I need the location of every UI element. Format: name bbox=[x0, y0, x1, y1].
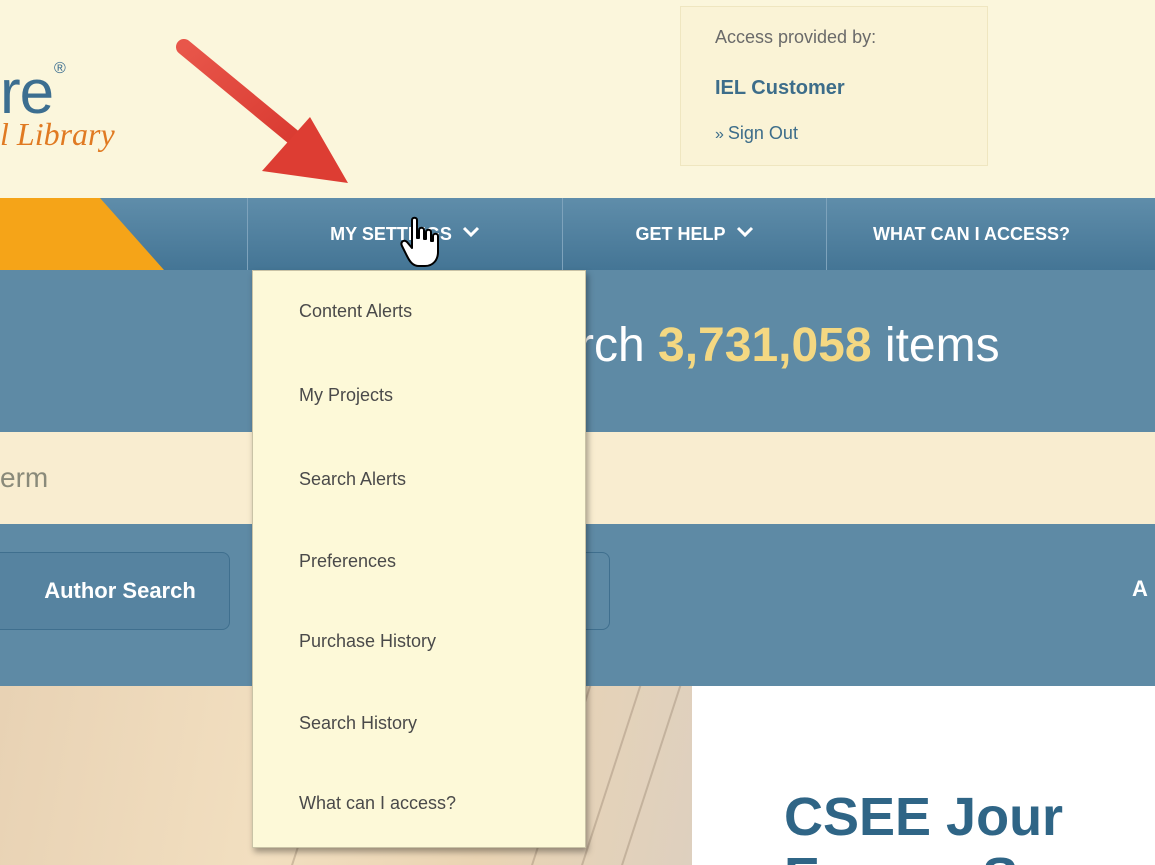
chevron-down-icon bbox=[736, 225, 754, 243]
search-count-suffix: items bbox=[871, 319, 1000, 372]
chevron-down-icon bbox=[462, 225, 480, 243]
menu-item-what-can-i-access[interactable]: What can I access? bbox=[299, 793, 456, 814]
author-search-button[interactable]: Author Search bbox=[0, 552, 230, 630]
menu-item-purchase-history[interactable]: Purchase History bbox=[299, 631, 436, 652]
site-header: re ® l Library Access provided by: IEL C… bbox=[0, 0, 1155, 198]
search-count-number: 3,731,058 bbox=[658, 319, 872, 372]
my-settings-dropdown: Content Alerts My Projects Search Alerts… bbox=[252, 270, 586, 848]
featured-panel: CSEE Jour Energy S bbox=[692, 686, 1155, 865]
sign-out-link[interactable]: » Sign Out bbox=[715, 123, 798, 144]
nav-what-can-i-access[interactable]: WHAT CAN I ACCESS? bbox=[826, 198, 1155, 270]
menu-item-preferences[interactable]: Preferences bbox=[299, 551, 396, 572]
search-count-prefix: rch bbox=[578, 319, 659, 372]
menu-item-search-history[interactable]: Search History bbox=[299, 713, 417, 734]
logo-text[interactable]: re bbox=[0, 62, 54, 124]
nav-get-help-label: GET HELP bbox=[635, 223, 726, 244]
access-info-box: Access provided by: IEL Customer » Sign O… bbox=[680, 6, 988, 166]
sign-out-label: Sign Out bbox=[727, 123, 798, 143]
photo-line bbox=[609, 686, 692, 865]
nav-get-help[interactable]: GET HELP bbox=[562, 198, 826, 270]
double-chevron-right-icon: » bbox=[715, 126, 724, 143]
menu-item-content-alerts[interactable]: Content Alerts bbox=[299, 301, 412, 322]
nav-accent-tab[interactable] bbox=[0, 198, 164, 270]
featured-heading[interactable]: CSEE Jour bbox=[784, 786, 1063, 848]
search-input-placeholder[interactable]: erm bbox=[0, 462, 48, 494]
featured-heading-line2[interactable]: Energy S bbox=[784, 846, 1018, 865]
main-nav: MY SETTINGS GET HELP WHAT CAN I ACCESS? bbox=[0, 198, 1155, 270]
access-customer-name: IEL Customer bbox=[715, 77, 845, 99]
red-arrow-annotation-icon bbox=[176, 39, 348, 183]
menu-item-search-alerts[interactable]: Search Alerts bbox=[299, 469, 406, 490]
advanced-search-link[interactable]: A bbox=[1132, 576, 1148, 602]
logo-registered-mark: ® bbox=[54, 60, 66, 77]
access-label: Access provided by: bbox=[715, 27, 877, 47]
menu-item-my-projects[interactable]: My Projects bbox=[299, 385, 393, 406]
search-count-text: rch 3,731,058 items bbox=[578, 318, 1000, 373]
nav-what-can-i-access-label: WHAT CAN I ACCESS? bbox=[873, 223, 1070, 244]
hand-cursor-icon bbox=[400, 216, 439, 267]
logo-library-text[interactable]: l Library bbox=[0, 118, 115, 150]
